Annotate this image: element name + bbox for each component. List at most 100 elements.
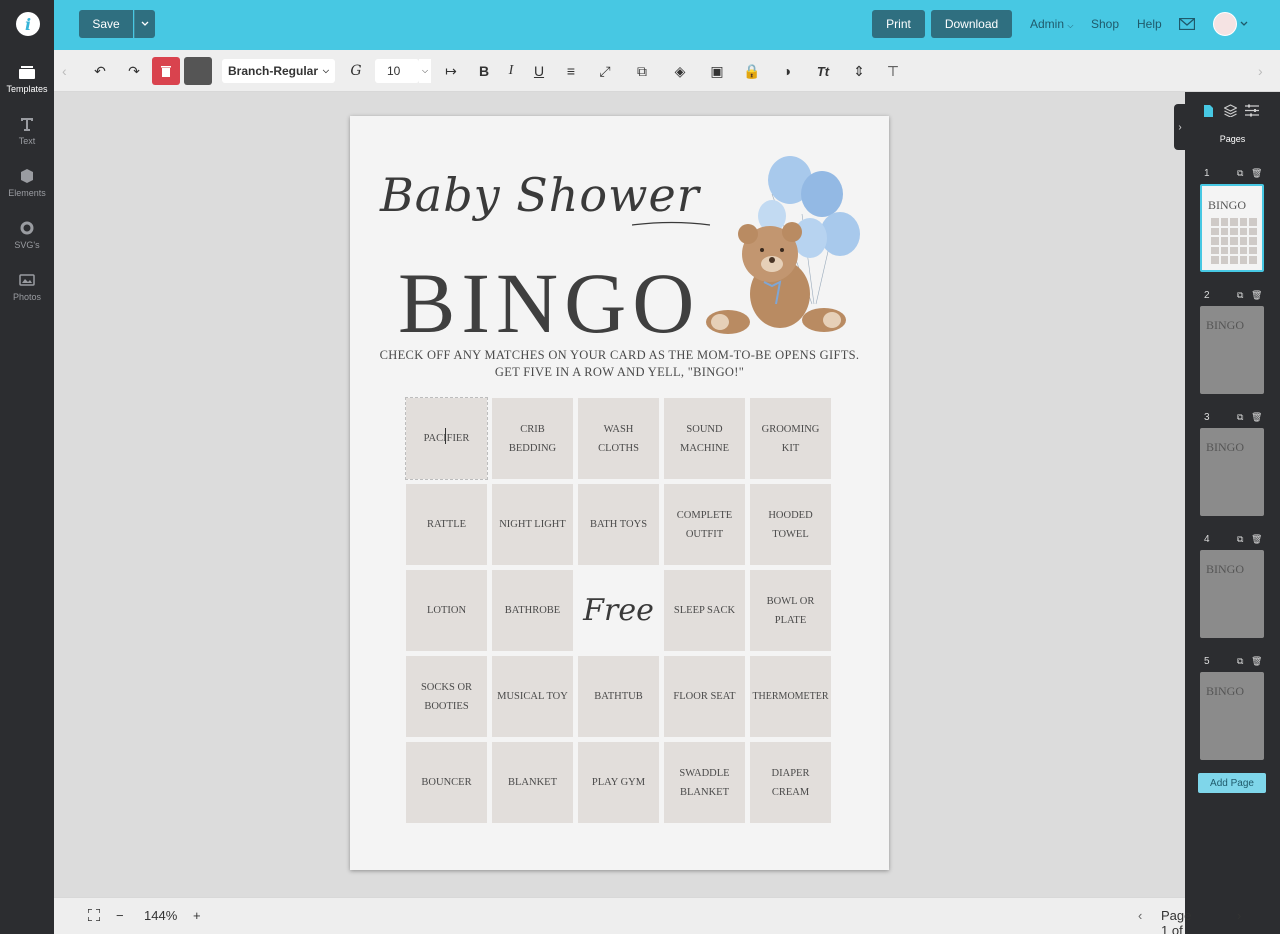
photos-icon — [19, 274, 35, 286]
sidebar-item-photos[interactable]: Photos — [0, 272, 54, 302]
toolbar-scroll-left[interactable]: ‹ — [62, 59, 67, 83]
bingo-cell[interactable]: DIAPER CREAM — [750, 742, 831, 823]
undo-icon[interactable]: ↶ — [90, 59, 110, 83]
save-dropdown-button[interactable] — [134, 10, 155, 38]
avatar[interactable] — [1213, 12, 1237, 36]
bingo-cell[interactable]: BLANKET — [492, 742, 573, 823]
bingo-cell[interactable]: THERMOMETER — [750, 656, 831, 737]
replace-image-icon[interactable]: ▣ — [707, 59, 727, 83]
page-thumbnail-2[interactable]: BINGO — [1200, 306, 1264, 394]
bingo-title[interactable]: BINGO — [398, 260, 700, 346]
shop-link[interactable]: Shop — [1091, 17, 1119, 31]
text-transform-icon[interactable]: Tt — [813, 59, 833, 83]
bingo-cell[interactable]: MUSICAL TOY — [492, 656, 573, 737]
bingo-cell[interactable]: BATHTUB — [578, 656, 659, 737]
zoom-in-icon[interactable]: + — [193, 908, 201, 923]
delete-page-icon[interactable]: 🗑 — [1251, 168, 1262, 179]
italic-icon[interactable]: I — [501, 59, 521, 83]
script-title[interactable]: Baby Shower — [380, 168, 700, 222]
letter-spacing-icon[interactable]: ⊤ — [883, 59, 903, 83]
zoom-out-icon[interactable]: − — [116, 908, 124, 923]
sidebar-item-elements[interactable]: Elements — [0, 168, 54, 198]
sidebar-item-label: Text — [18, 136, 36, 146]
delete-page-icon[interactable]: 🗑 — [1251, 656, 1262, 667]
line-height-icon[interactable]: ⇕ — [848, 59, 870, 83]
instructions-line-1[interactable]: CHECK OFF ANY MATCHES ON YOUR CARD AS TH… — [350, 348, 889, 363]
font-style-icon[interactable]: G — [346, 59, 366, 83]
fullscreen-icon[interactable] — [88, 909, 100, 921]
page-thumbnail-4[interactable]: BINGO — [1200, 550, 1264, 638]
font-size-input[interactable]: 10 — [375, 59, 419, 83]
pages-tab-icon[interactable] — [1203, 104, 1214, 118]
bingo-cell[interactable]: SLEEP SACK — [664, 570, 745, 651]
redo-icon[interactable]: ↷ — [124, 59, 144, 83]
download-button[interactable]: Download — [931, 10, 1012, 38]
bingo-cell[interactable]: HOODED TOWEL — [750, 484, 831, 565]
bingo-cell[interactable]: BATHROBE — [492, 570, 573, 651]
bingo-cell[interactable]: BATH TOYS — [578, 484, 659, 565]
delete-page-icon[interactable]: 🗑 — [1251, 290, 1262, 301]
next-page-icon[interactable]: › — [1237, 908, 1241, 923]
font-size-dropdown[interactable]: ⌵ — [419, 59, 431, 83]
print-button[interactable]: Print — [872, 10, 925, 38]
delete-button[interactable] — [152, 57, 180, 85]
underline-icon[interactable]: U — [529, 59, 549, 83]
bingo-cell[interactable]: BOWL OR PLATE — [750, 570, 831, 651]
delete-page-icon[interactable]: 🗑 — [1251, 534, 1262, 545]
mail-icon[interactable] — [1179, 18, 1195, 30]
bingo-cell[interactable]: CRIB BEDDING — [492, 398, 573, 479]
bingo-cell[interactable]: FLOOR SEAT — [664, 656, 745, 737]
page-thumbnail-3[interactable]: BINGO — [1200, 428, 1264, 516]
script-swash — [632, 221, 711, 226]
copy-page-icon[interactable]: ⧉ — [1237, 168, 1243, 179]
sidebar-item-svgs[interactable]: SVG's — [0, 220, 54, 250]
page-thumbnail-5[interactable]: BINGO — [1200, 672, 1264, 760]
save-button[interactable]: Save — [79, 10, 133, 38]
opacity-icon[interactable]: ◑ — [777, 59, 797, 83]
top-bar: Save Print Download Admin ⌵ Shop Help — [54, 0, 1280, 50]
bingo-cell[interactable]: RATTLE — [406, 484, 487, 565]
bingo-cell[interactable]: BOUNCER — [406, 742, 487, 823]
bold-icon[interactable]: B — [474, 59, 494, 83]
color-swatch[interactable] — [184, 57, 212, 85]
delete-page-icon[interactable]: 🗑 — [1251, 412, 1262, 423]
bingo-cell[interactable]: SOUND MACHINE — [664, 398, 745, 479]
layers-icon[interactable]: ◈ — [669, 59, 691, 83]
bingo-cell[interactable]: WASH CLOTHS — [578, 398, 659, 479]
bingo-cell[interactable]: PLAY GYM — [578, 742, 659, 823]
toolbar-scroll-right[interactable]: › — [1258, 59, 1263, 83]
copy-page-icon[interactable]: ⧉ — [1237, 656, 1243, 667]
settings-tab-icon[interactable] — [1245, 104, 1259, 117]
bingo-cell[interactable]: SOCKS OR BOOTIES — [406, 656, 487, 737]
duplicate-icon[interactable]: ⧉ — [632, 59, 652, 83]
bingo-cell[interactable]: COMPLETE OUTFIT — [664, 484, 745, 565]
bingo-cell[interactable]: PACIFIER — [405, 397, 488, 480]
sidebar-item-templates[interactable]: Templates — [0, 64, 54, 94]
admin-menu[interactable]: Admin ⌵ — [1030, 17, 1073, 31]
resize-icon[interactable]: ⤢ — [595, 59, 615, 83]
prev-page-icon[interactable]: ‹ — [1138, 908, 1142, 923]
bingo-cell[interactable]: SWADDLE BLANKET — [664, 742, 745, 823]
text-height-icon[interactable]: ↦ — [441, 59, 461, 83]
help-link[interactable]: Help — [1137, 17, 1162, 31]
teddy-bear-balloons-illustration[interactable] — [702, 154, 872, 346]
add-page-button[interactable]: Add Page — [1198, 773, 1266, 793]
copy-page-icon[interactable]: ⧉ — [1237, 412, 1243, 423]
copy-page-icon[interactable]: ⧉ — [1237, 534, 1243, 545]
bingo-cell[interactable]: LOTION — [406, 570, 487, 651]
layers-tab-icon[interactable] — [1224, 104, 1237, 117]
bingo-cell[interactable]: NIGHT LIGHT — [492, 484, 573, 565]
app-logo[interactable]: i — [16, 12, 40, 36]
sidebar-item-label: Elements — [8, 188, 46, 198]
design-page[interactable]: Baby Shower BINGO CHECK OFF ANY MATCHES … — [350, 116, 889, 870]
page-thumbnail-1[interactable]: BINGO — [1200, 184, 1264, 272]
bingo-cell[interactable]: GROOMING KIT — [750, 398, 831, 479]
font-family-select[interactable]: Branch-Regular ⌵ — [222, 59, 335, 83]
copy-page-icon[interactable]: ⧉ — [1237, 290, 1243, 301]
chevron-down-icon[interactable] — [1240, 21, 1248, 27]
align-center-icon[interactable]: ≡ — [561, 59, 581, 83]
instructions-line-2[interactable]: GET FIVE IN A ROW AND YELL, "BINGO!" — [350, 365, 889, 380]
sidebar-item-text[interactable]: Text — [0, 116, 54, 146]
lock-icon[interactable]: 🔒 — [742, 59, 762, 83]
bingo-free-cell[interactable]: Free — [578, 570, 659, 651]
